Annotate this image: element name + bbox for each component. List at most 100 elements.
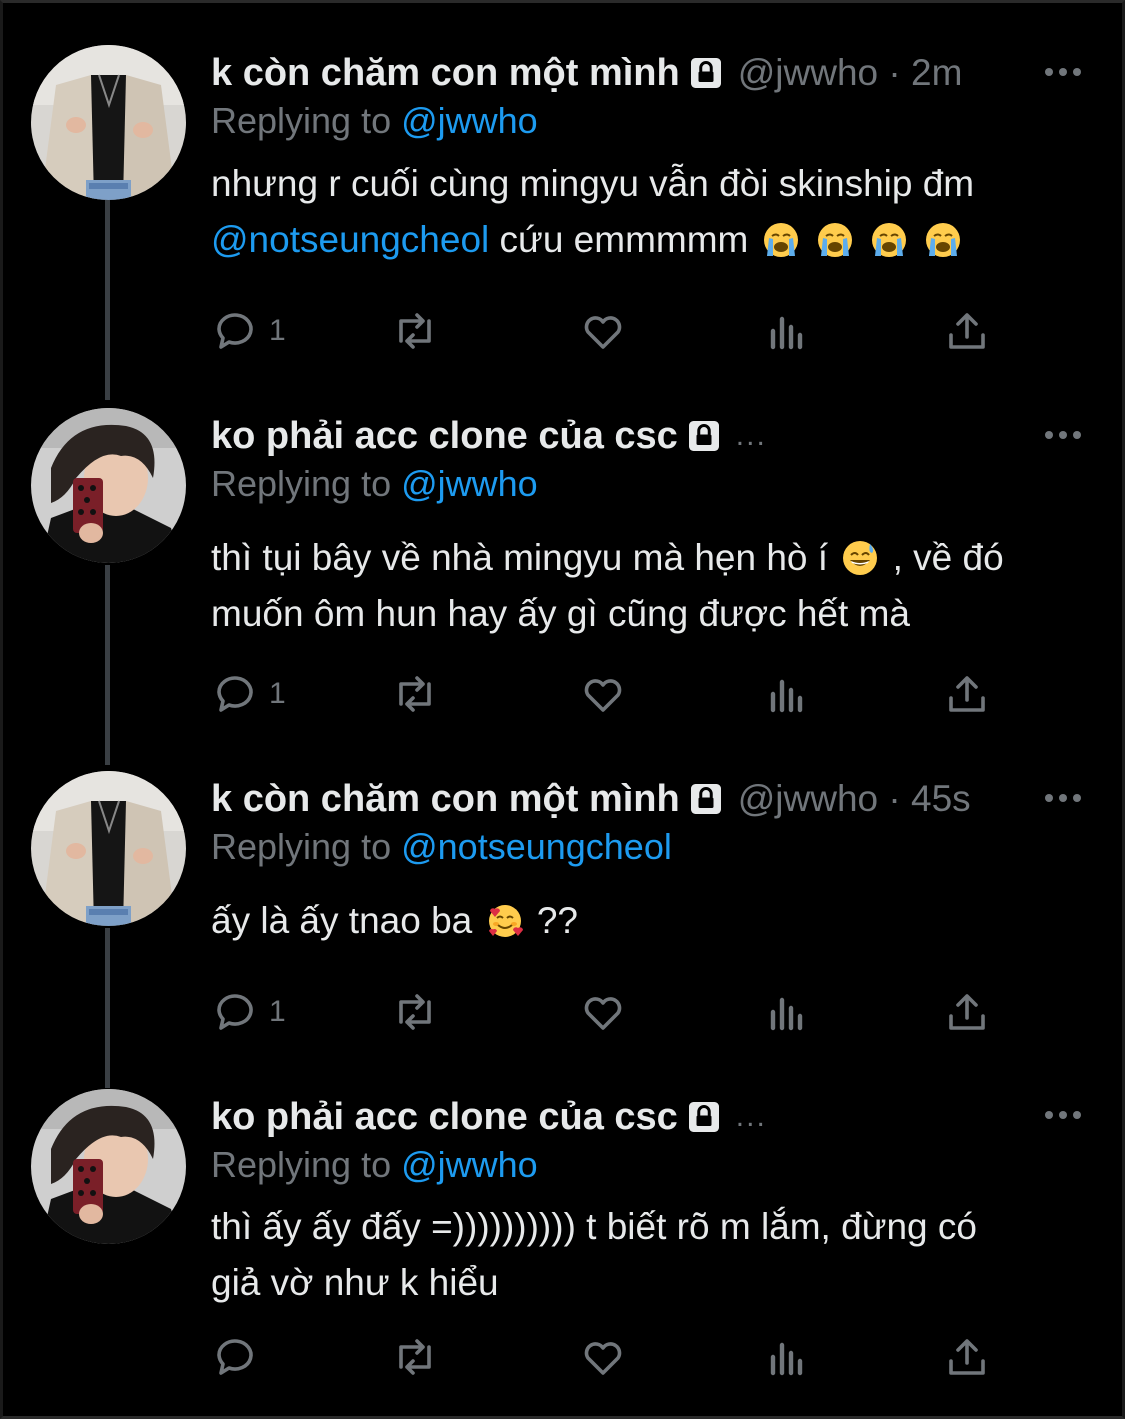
reply-count: 1 bbox=[269, 677, 286, 710]
handle-timestamp[interactable]: @jwwho · 45s bbox=[738, 778, 971, 820]
loudly-crying-face-icon bbox=[926, 223, 961, 257]
tweet-header: ko phải acc clone của csc ... bbox=[211, 1092, 767, 1142]
thread-connector bbox=[105, 200, 110, 400]
share-button[interactable] bbox=[943, 1332, 991, 1382]
tweet-text-line: ấy là ấy tnao ba bbox=[211, 900, 473, 941]
share-icon bbox=[949, 676, 985, 712]
reply-mention[interactable]: @notseungcheol bbox=[401, 826, 672, 867]
replying-to: Replying to @jwwho bbox=[211, 100, 538, 142]
handle-timestamp[interactable]: @jwwho · 2m bbox=[738, 52, 963, 94]
lock-icon bbox=[690, 58, 721, 88]
reply-count: 1 bbox=[269, 995, 286, 1028]
share-button[interactable] bbox=[943, 987, 991, 1037]
replying-prefix: Replying to bbox=[211, 100, 402, 141]
avatar[interactable] bbox=[31, 45, 186, 200]
tweet-text: nhưng r cuối cùng mingyu vẫn đòi skinshi… bbox=[211, 156, 1091, 268]
like-button[interactable] bbox=[579, 1332, 627, 1382]
more-options-icon[interactable] bbox=[1044, 430, 1082, 440]
retweet-button[interactable] bbox=[391, 306, 439, 356]
like-button[interactable] bbox=[579, 987, 627, 1037]
replying-prefix: Replying to bbox=[211, 1144, 402, 1185]
truncated-handle: ... bbox=[735, 1100, 767, 1133]
reply-icon bbox=[217, 676, 253, 712]
retweet-button[interactable] bbox=[391, 987, 439, 1037]
display-name[interactable]: k còn chăm con một mình bbox=[211, 778, 680, 821]
analytics-button[interactable] bbox=[763, 669, 811, 719]
lock-icon bbox=[690, 784, 721, 814]
tweet-text-line: muốn ôm hun hay ấy gì cũng được hết mà bbox=[211, 593, 910, 634]
thread-connector bbox=[105, 565, 110, 765]
share-icon bbox=[949, 994, 985, 1030]
loudly-crying-face-icon bbox=[872, 223, 907, 257]
reply-button[interactable]: 1 bbox=[211, 987, 286, 1037]
tweet-text: thì ấy ấy đấy =)))))))))) t biết rõ m lắ… bbox=[211, 1199, 1091, 1311]
replying-prefix: Replying to bbox=[211, 826, 402, 867]
action-bar: 1 bbox=[211, 987, 1011, 1047]
replying-to: Replying to @jwwho bbox=[211, 463, 538, 505]
analytics-icon bbox=[770, 997, 803, 1031]
analytics-button[interactable] bbox=[763, 987, 811, 1037]
retweet-button[interactable] bbox=[391, 669, 439, 719]
more-options-icon[interactable] bbox=[1044, 793, 1082, 803]
like-button[interactable] bbox=[579, 669, 627, 719]
reply-button[interactable] bbox=[211, 1332, 269, 1382]
replying-to: Replying to @jwwho bbox=[211, 1144, 538, 1186]
tweet-text-line: , về đó bbox=[892, 537, 1004, 578]
analytics-button[interactable] bbox=[763, 1332, 811, 1382]
display-name[interactable]: ko phải acc clone của csc bbox=[211, 1096, 678, 1139]
share-icon bbox=[949, 313, 985, 349]
avatar[interactable] bbox=[31, 771, 186, 926]
retweet-icon bbox=[399, 1339, 431, 1375]
tweet-header: k còn chăm con một mình @jwwho · 2m bbox=[211, 48, 962, 98]
reply-button[interactable]: 1 bbox=[211, 306, 286, 356]
loudly-crying-face-icon bbox=[817, 223, 852, 257]
tweet-header: ko phải acc clone của csc ... bbox=[211, 411, 767, 461]
smiling-face-with-hearts-icon bbox=[488, 905, 523, 937]
action-bar: 1 bbox=[211, 306, 1011, 366]
tweet-text: ấy là ấy tnao ba ?? bbox=[211, 893, 1091, 949]
reply-mention[interactable]: @jwwho bbox=[401, 1144, 538, 1185]
tweet-text-line: cứu emmmmm bbox=[489, 219, 749, 260]
retweet-icon bbox=[399, 313, 431, 349]
avatar[interactable] bbox=[31, 1089, 186, 1244]
reply-count: 1 bbox=[269, 314, 286, 347]
avatar-mirror-selfie-image bbox=[31, 1089, 186, 1244]
tweet-text: thì tụi bây về nhà mingyu mà hẹn hò í , … bbox=[211, 530, 1091, 642]
display-name[interactable]: k còn chăm con một mình bbox=[211, 52, 680, 95]
tweet-text-line: thì tụi bây về nhà mingyu mà hẹn hò í bbox=[211, 537, 829, 578]
thread-connector bbox=[105, 928, 110, 1088]
like-button[interactable] bbox=[579, 306, 627, 356]
tweet-text-line: giả vờ như k hiểu bbox=[211, 1262, 499, 1303]
more-options-icon[interactable] bbox=[1044, 67, 1082, 77]
tweet-header: k còn chăm con một mình @jwwho · 45s bbox=[211, 774, 971, 824]
truncated-handle: ... bbox=[735, 419, 767, 452]
mention-link[interactable]: @notseungcheol bbox=[211, 219, 489, 260]
replying-to: Replying to @notseungcheol bbox=[211, 826, 672, 868]
avatar-blazer-image bbox=[31, 771, 186, 926]
heart-icon bbox=[584, 679, 622, 712]
loudly-crying-face-icon bbox=[763, 223, 798, 257]
display-name[interactable]: ko phải acc clone của csc bbox=[211, 415, 678, 458]
action-bar: 1 bbox=[211, 669, 1011, 729]
reply-button[interactable]: 1 bbox=[211, 669, 286, 719]
tweet-text-line: ?? bbox=[536, 900, 578, 941]
share-button[interactable] bbox=[943, 306, 991, 356]
reply-icon bbox=[217, 1339, 253, 1375]
analytics-icon bbox=[770, 316, 803, 350]
more-options-icon[interactable] bbox=[1044, 1110, 1082, 1120]
avatar-mirror-selfie-image bbox=[31, 408, 186, 563]
retweet-button[interactable] bbox=[391, 1332, 439, 1382]
lock-icon bbox=[688, 421, 719, 451]
analytics-icon bbox=[770, 679, 803, 713]
reply-icon bbox=[217, 994, 253, 1030]
tweet-text-line: nhưng r cuối cùng mingyu vẫn đòi skinshi… bbox=[211, 163, 975, 204]
analytics-button[interactable] bbox=[763, 306, 811, 356]
share-icon bbox=[949, 1339, 985, 1375]
action-bar bbox=[211, 1332, 1011, 1392]
reply-mention[interactable]: @jwwho bbox=[401, 463, 538, 504]
lock-icon bbox=[688, 1102, 719, 1132]
reply-mention[interactable]: @jwwho bbox=[401, 100, 538, 141]
tweet-text-line: thì ấy ấy đấy =)))))))))) t biết rõ m lắ… bbox=[211, 1206, 977, 1247]
share-button[interactable] bbox=[943, 669, 991, 719]
avatar[interactable] bbox=[31, 408, 186, 563]
